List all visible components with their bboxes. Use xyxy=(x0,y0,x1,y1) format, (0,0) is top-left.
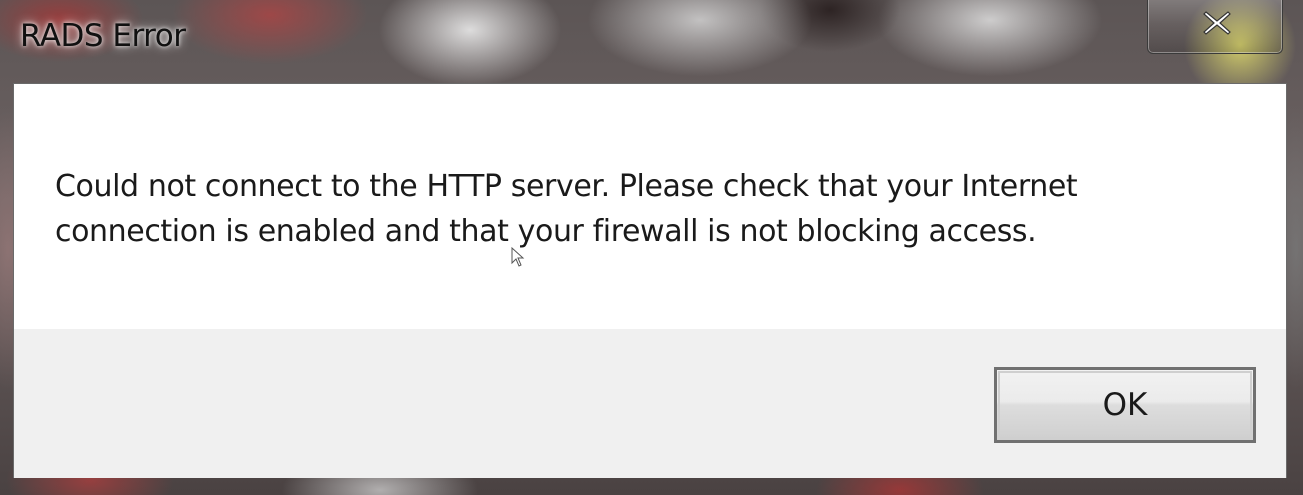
close-icon xyxy=(1203,11,1231,35)
ok-button[interactable]: OK xyxy=(994,367,1256,443)
error-message: Could not connect to the HTTP server. Pl… xyxy=(55,164,1235,254)
dialog-client-area: Could not connect to the HTTP server. Pl… xyxy=(13,83,1287,478)
error-message-line-1: Could not connect to the HTTP server. Pl… xyxy=(55,169,1078,204)
error-dialog-window: RADS Error Could not connect to the HTTP… xyxy=(0,0,1303,495)
error-message-line-2: connection is enabled and that your fire… xyxy=(55,214,1037,249)
mouse-pointer-icon xyxy=(511,246,525,271)
dialog-button-bar: OK xyxy=(14,329,1286,478)
close-button[interactable] xyxy=(1147,0,1283,54)
window-title: RADS Error xyxy=(20,18,186,54)
